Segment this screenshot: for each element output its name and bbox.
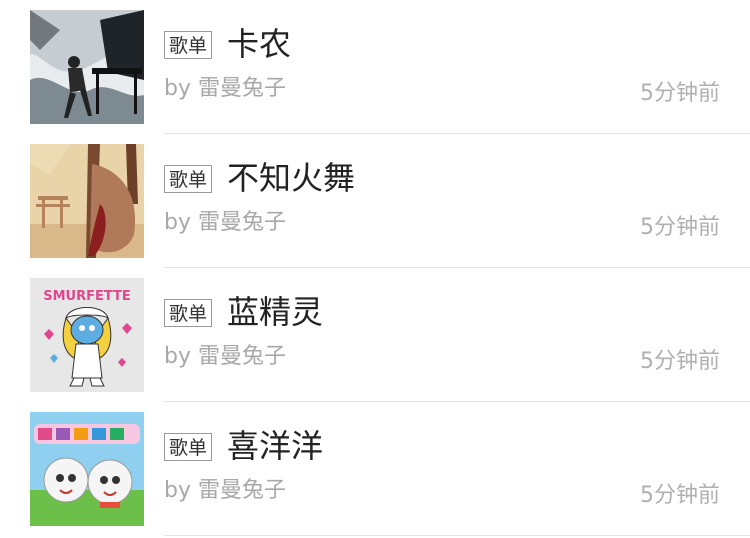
- anime-girl-swing-cover-icon: [30, 144, 144, 258]
- playlist-tag: 歌单: [164, 433, 213, 461]
- playlist-title: 卡农: [227, 25, 292, 63]
- by-prefix: by: [164, 76, 191, 101]
- playlist-row-smurfs[interactable]: SMURFETTE 歌单 蓝精灵 by 雷曼兔子 5分钟前: [0, 268, 750, 402]
- playlist-timestamp: 5分钟前: [640, 483, 720, 508]
- playlist-author-line: by 雷曼兔子: [164, 342, 286, 372]
- playlist-row-mai-shiranui[interactable]: 歌单 不知火舞 by 雷曼兔子 5分钟前: [0, 134, 750, 268]
- playlist-author-line: by 雷曼兔子: [164, 208, 286, 238]
- playlist-title: 不知火舞: [227, 159, 356, 197]
- playlist-row-pleasant-goat[interactable]: 歌单 喜洋洋 by 雷曼兔子 5分钟前: [0, 402, 750, 536]
- playlist-author-line: by 雷曼兔子: [164, 74, 286, 104]
- playlist-tag: 歌单: [164, 165, 213, 193]
- by-prefix: by: [164, 344, 191, 369]
- playlist-author: 雷曼兔子: [197, 478, 286, 503]
- playlist-author: 雷曼兔子: [197, 210, 286, 235]
- playlist-row-canon[interactable]: 歌单 卡农 by 雷曼兔子 5分钟前: [0, 0, 750, 134]
- playlist-author-line: by 雷曼兔子: [164, 476, 286, 506]
- playlist-list: 歌单 卡农 by 雷曼兔子 5分钟前 歌单 不知火舞 by 雷曼兔子 5分钟前 …: [0, 0, 750, 538]
- playlist-timestamp: 5分钟前: [640, 215, 720, 240]
- smurfette-cover-text: SMURFETTE: [43, 289, 131, 304]
- playlist-timestamp: 5分钟前: [640, 81, 720, 106]
- playlist-timestamp: 5分钟前: [640, 349, 720, 374]
- playlist-title: 喜洋洋: [227, 427, 324, 465]
- piano-player-cover-icon: [30, 10, 144, 124]
- playlist-title: 蓝精灵: [227, 293, 324, 331]
- row-divider: [164, 535, 750, 536]
- playlist-tag: 歌单: [164, 31, 213, 59]
- smurfette-cover-icon: SMURFETTE: [30, 278, 144, 392]
- playlist-author: 雷曼兔子: [197, 76, 286, 101]
- by-prefix: by: [164, 210, 191, 235]
- playlist-author: 雷曼兔子: [197, 344, 286, 369]
- playlist-tag: 歌单: [164, 299, 213, 327]
- pleasant-goat-cover-icon: [30, 412, 144, 526]
- by-prefix: by: [164, 478, 191, 503]
